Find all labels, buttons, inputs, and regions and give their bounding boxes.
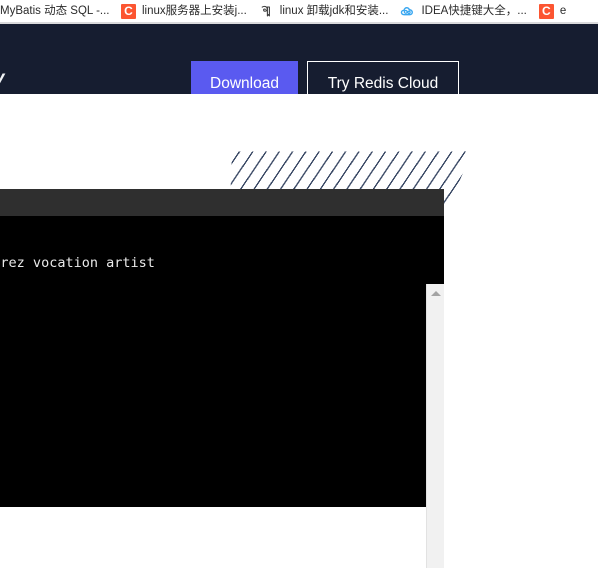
- terminal-titlebar[interactable]: [0, 189, 444, 216]
- brand-logo-fragment: y: [0, 68, 5, 90]
- chevron-up-icon: [431, 291, 441, 296]
- page-content-area: ET user:1 name antirez vocation artist T…: [0, 94, 598, 568]
- browser-tab-title: MyBatis 动态 SQL -...: [0, 5, 109, 17]
- terminal-output[interactable]: ET user:1 name antirez vocation artist T…: [0, 216, 444, 507]
- bookmark-glyph-icon: [259, 4, 274, 19]
- browser-tab-0[interactable]: MyBatis 动态 SQL -...: [0, 0, 115, 22]
- browser-tab-strip: MyBatis 动态 SQL -... C linux服务器上安装j... li…: [0, 0, 598, 22]
- browser-tab-3[interactable]: IDEA快捷键大全，...: [394, 0, 532, 22]
- terminal-line: ET user:1 name antirez vocation artist: [0, 255, 155, 272]
- browser-tab-title: linux服务器上安装j...: [142, 5, 247, 17]
- browser-tab-1[interactable]: C linux服务器上安装j...: [115, 0, 253, 22]
- browser-tab-2[interactable]: linux 卸载jdk和安装...: [253, 0, 395, 22]
- scroll-up-arrow-button[interactable]: [427, 285, 445, 302]
- csdn-icon: C: [538, 3, 554, 19]
- terminal-line: T e 2.71: [0, 398, 444, 414]
- browser-tab-4[interactable]: C e: [533, 0, 572, 22]
- terminal-scrollbar[interactable]: [426, 284, 444, 568]
- csdn-icon: C: [121, 3, 136, 19]
- page-root: MyBatis 动态 SQL -... C linux服务器上安装j... li…: [0, 0, 598, 568]
- site-navigation-bar: y Download Try Redis Cloud: [0, 24, 598, 106]
- browser-tab-title: e: [559, 5, 567, 17]
- terminal-window: ET user:1 name antirez vocation artist T…: [0, 189, 444, 507]
- browser-tab-title: IDEA快捷键大全，...: [421, 5, 527, 17]
- browser-tab-title: linux 卸载jdk和安装...: [279, 5, 389, 17]
- cloud-icon: [400, 4, 415, 19]
